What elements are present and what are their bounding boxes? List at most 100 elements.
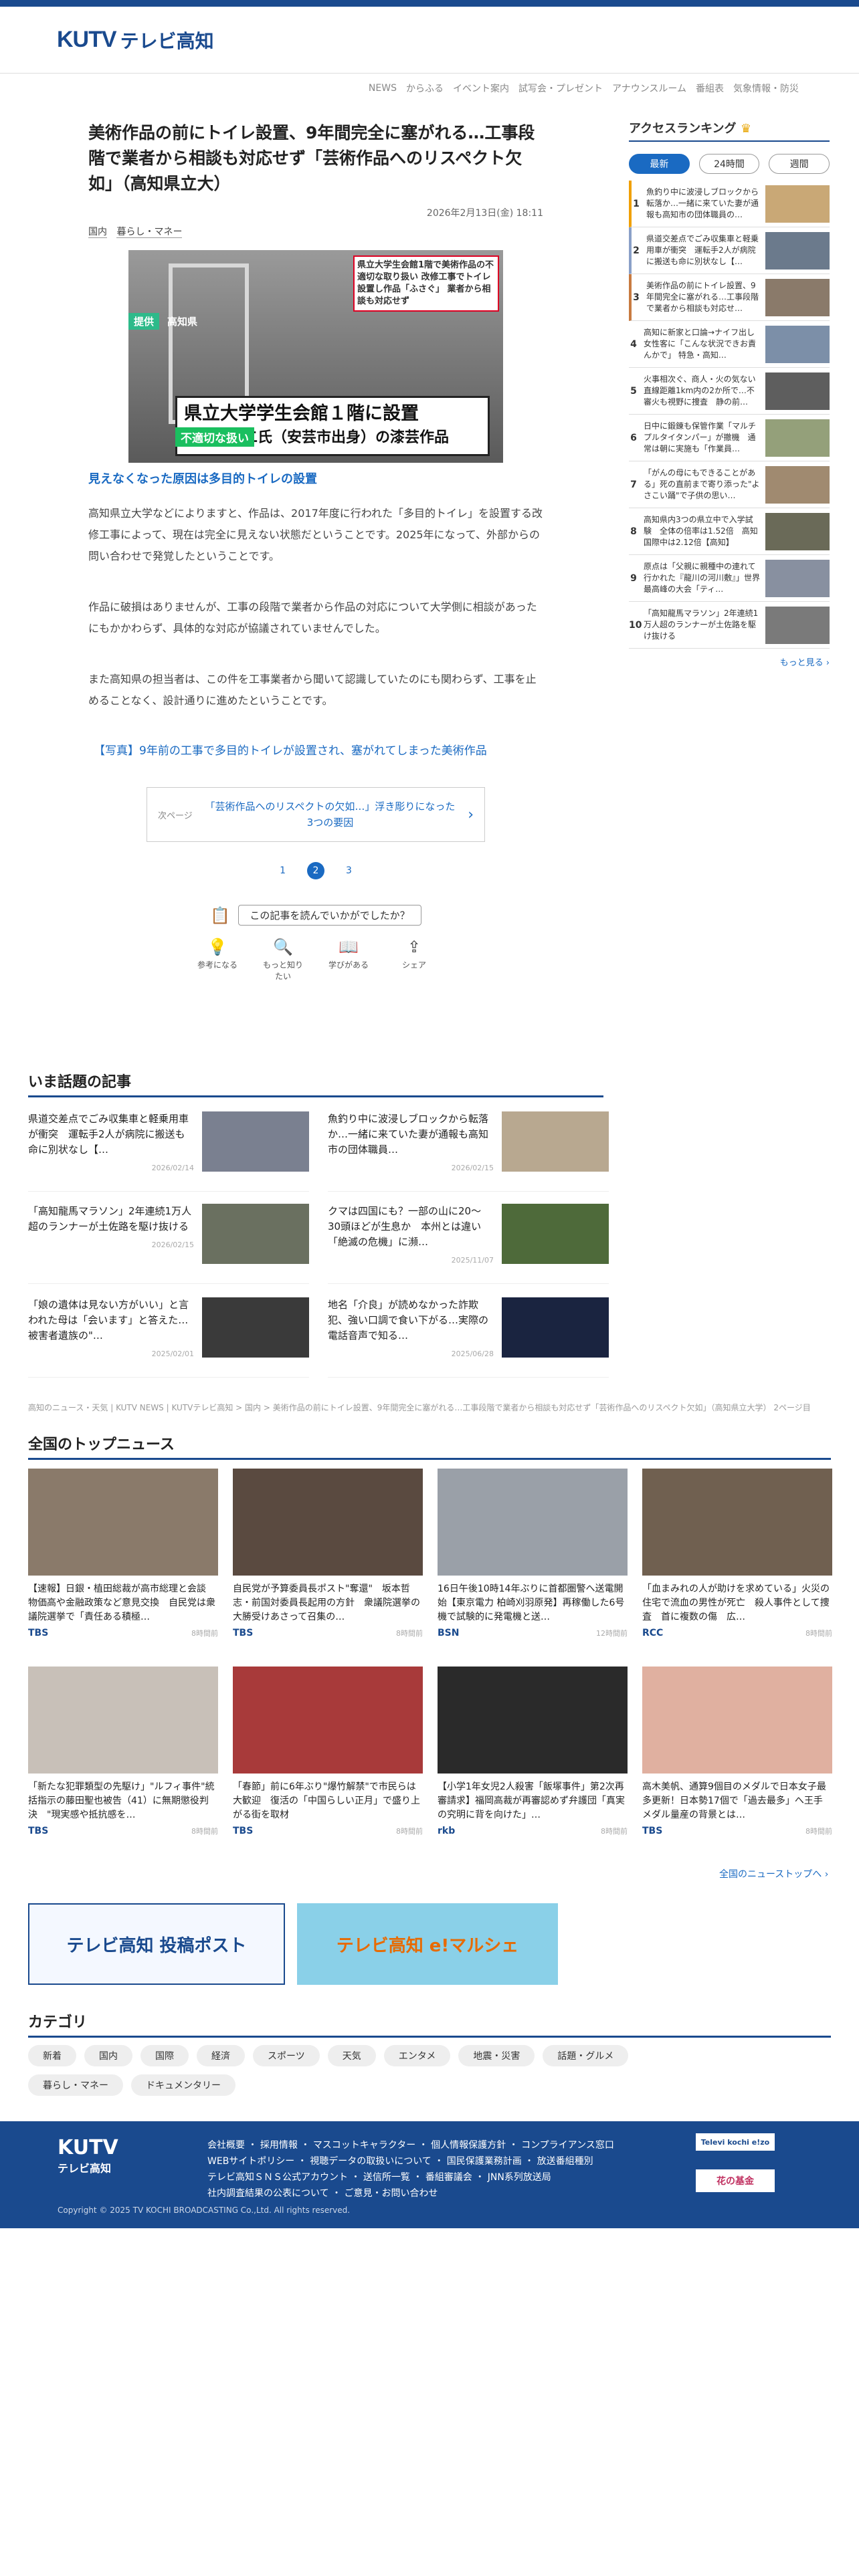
footer-link[interactable]: 送信所一覧: [363, 2172, 410, 2183]
rank-thumbnail: [765, 512, 830, 550]
footer-logo[interactable]: KUTV テレビ高知: [58, 2136, 138, 2175]
nav-news[interactable]: NEWS: [369, 83, 397, 94]
reaction-learn[interactable]: 📖 学びがある: [325, 938, 372, 982]
topic-item[interactable]: 「娘の遺体は見ない方がいい」と言われた母は「会います」と答えた…被害者遺族の"……: [28, 1297, 309, 1378]
topics-heading: いま話題の記事: [28, 1070, 603, 1097]
national-item[interactable]: 【小学1年女児2人殺害「飯塚事件」第2次再審請求】福岡高裁が再審認めず弁護団「真…: [438, 1667, 628, 1836]
ranking-more-link[interactable]: もっと見る ›: [629, 655, 830, 668]
topic-title: 県道交差点でごみ収集車と軽乗用車が衝突 運転手2人が病院に搬送も命に別状なし【…: [28, 1113, 189, 1156]
footer-link[interactable]: 国民保護業務計画: [447, 2156, 522, 2167]
footer-link[interactable]: 番組審議会: [425, 2172, 472, 2183]
footer-link[interactable]: コンプライアンス窓口: [521, 2140, 614, 2151]
topic-item[interactable]: 魚釣り中に波浸しブロックから転落か…一緒に来ていた妻が通報も高知市の団体職員… 2…: [328, 1111, 609, 1192]
category-list: 新着 国内 国際 経済 スポーツ 天気 エンタメ 地震・災害 話題・グルメ暮らし・マネー ドキュメ…: [28, 2045, 831, 2104]
category-pill[interactable]: 暮らし・マネー: [28, 2074, 123, 2096]
national-item[interactable]: 「血まみれの人が助けを求めている」火災の住宅で流血の男性が死亡 殺人事件として捜…: [642, 1469, 832, 1638]
page-current[interactable]: 2: [307, 862, 324, 879]
category-pill[interactable]: ドキュメンタリー: [131, 2074, 235, 2096]
site-logo[interactable]: KUTV テレビ高知: [57, 27, 214, 53]
category-pill[interactable]: エンタメ: [383, 2045, 451, 2066]
rank-number: 8: [630, 526, 637, 537]
nav-schedule[interactable]: 番組表: [696, 82, 724, 95]
page-link[interactable]: 1: [280, 865, 286, 876]
page-link[interactable]: 3: [346, 865, 352, 876]
national-more-link[interactable]: 全国のニューストップへ ›: [719, 1867, 828, 1881]
next-page-label: 次ページ: [158, 811, 193, 821]
tab-latest[interactable]: 最新: [629, 154, 690, 174]
topic-item[interactable]: 「高知龍馬マラソン」2年連続1万人超のランナーが土佐路を駆け抜ける 2026/02…: [28, 1204, 309, 1284]
rank-title: 火事相次ぐ、商人・火の気ない直線距離1km内の2か所で…不審火も視野に捜査 静の…: [644, 374, 756, 407]
reaction-share[interactable]: ⇪ シェア: [391, 938, 438, 982]
next-page-title: 「芸術作品へのリスペクトの欠如…」浮き彫りになった3つの要因: [205, 800, 456, 829]
post-banner[interactable]: テレビ高知 投稿ポスト: [28, 1903, 285, 1985]
topic-date: 2025/11/07: [451, 1256, 494, 1265]
crown-icon: ♛: [740, 122, 751, 136]
rank-thumbnail: [765, 372, 830, 410]
topic-item[interactable]: クマは四国にも？一部の山に20〜30頭ほどが生息か 本州とは違い「絶滅の危機」に…: [328, 1204, 609, 1284]
nav-colorful[interactable]: からふる: [406, 82, 444, 95]
next-page-box[interactable]: 次ページ 「芸術作品へのリスペクトの欠如…」浮き彫りになった3つの要因 ›: [147, 787, 485, 842]
topic-item[interactable]: 県道交差点でごみ収集車と軽乗用車が衝突 運転手2人が病院に搬送も命に別状なし【……: [28, 1111, 309, 1192]
partner-logo-ezo[interactable]: Televi kochi e!zo: [696, 2133, 775, 2151]
breadcrumb[interactable]: 高知のニュース・天気 | KUTV NEWS | KUTVテレビ高知 > 国内 …: [28, 1402, 831, 1413]
feedback-icon: 📋: [210, 905, 231, 925]
photo-link[interactable]: 【写真】9年前の工事で多目的トイレが設置され、塞がれてしまった美術作品: [88, 741, 543, 758]
category-link[interactable]: 国内: [88, 227, 107, 238]
category-pill[interactable]: スポーツ: [253, 2045, 320, 2066]
footer-link[interactable]: ご意見・お問い合わせ: [345, 2188, 438, 2199]
ranking-item[interactable]: 5 火事相次ぐ、商人・火の気ない直線距離1km内の2か所で…不審火も視野に捜査 静…: [629, 368, 830, 415]
category-pill[interactable]: 経済: [197, 2045, 245, 2066]
footer-links: 会社概要 ・ 採用情報 ・ マスコットキャラクター ・ 個人情報保護方針 ・ コ…: [207, 2140, 614, 2199]
partner-logo-flower[interactable]: 花の基金: [696, 2169, 775, 2192]
ranking-item[interactable]: 9 原点は「父親に親種中の連れて行かれた『龍川の河川敷』」世界最高峰の大会「ティ…: [629, 555, 830, 602]
footer-link[interactable]: テレビ高知ＳＮＳ公式アカウント: [207, 2172, 348, 2183]
ranking-item[interactable]: 1 魚釣り中に波浸しブロックから転落か…一緒に来ていた妻が通報も高知市の団体職員の…: [629, 181, 830, 227]
category-pill[interactable]: 新着: [28, 2045, 76, 2066]
footer-link[interactable]: 会社概要: [207, 2140, 245, 2151]
footer-link[interactable]: 採用情報: [260, 2140, 298, 2151]
footer-link[interactable]: WEBサイトポリシー: [207, 2156, 294, 2167]
topic-item[interactable]: 地名「介良」が読めなかった詐欺犯、強い口調で食い下がる…実際の電話音声で知る… 2…: [328, 1297, 609, 1378]
category-pill[interactable]: 国際: [140, 2045, 189, 2066]
ranking-tabs: 最新 24時間 週間: [629, 154, 830, 174]
national-item[interactable]: 高木美帆、通算9個目のメダルで日本女子最多更新！日本勢17個で「過去最多」へ王手…: [642, 1667, 832, 1836]
footer-link[interactable]: 放送番組種別: [537, 2156, 593, 2167]
pagination: 1 2 3: [88, 862, 543, 879]
ranking-item[interactable]: 10 「高知龍馬マラソン」2年連続1万人超のランナーが土佐路を駆け抜ける: [629, 602, 830, 649]
national-item[interactable]: 「新たな犯罪類型の先駆け」"ルフィ事件"統括指示の藤田聖也被告（41）に無期懲役…: [28, 1667, 218, 1836]
category-pill[interactable]: 地震・災害: [458, 2045, 535, 2066]
ranking-item[interactable]: 2 県道交差点でごみ収集車と軽乗用車が衝突 運転手2人が病院に搬送も命に別状なし【…: [629, 227, 830, 274]
footer-link[interactable]: マスコットキャラクター: [313, 2140, 415, 2151]
national-item[interactable]: 【速報】日銀・植田総裁が高市総理と会談 物価高や金融政策など意見交換 自民党は衆…: [28, 1469, 218, 1638]
ranking-item[interactable]: 8 高知県内3つの県立中で入学試験 全体の倍率は1.52倍 高知国際中は2.12倍…: [629, 508, 830, 555]
ranking-item[interactable]: 7 「がんの母にもできることがある」死の直前まで寄り添った"よさこい踊"で子供の思…: [629, 461, 830, 508]
category-pill[interactable]: 天気: [327, 2045, 376, 2066]
tab-weekly[interactable]: 週間: [769, 154, 830, 174]
topic-date: 2026/02/15: [451, 1164, 494, 1172]
footer-link[interactable]: 個人情報保護方針: [431, 2140, 506, 2151]
national-heading: 全国のトップニュース: [28, 1432, 831, 1460]
ranking-item[interactable]: 6 日中に鍛錬も保管作業「マルチプルタイタンパー」が撤機 通常は朝に実施も「作業員…: [629, 415, 830, 461]
national-item[interactable]: 16日午後10時14年ぶりに首都圏警へ送電開始【東京電力 柏崎刈羽原発】再稼働し…: [438, 1469, 628, 1638]
nav-weather[interactable]: 気象情報・防災: [733, 82, 799, 95]
reaction-more[interactable]: 🔍 もっと知りたい: [260, 938, 306, 982]
nav-events[interactable]: イベント案内: [453, 82, 509, 95]
tab-24h[interactable]: 24時間: [698, 154, 760, 174]
marche-banner[interactable]: テレビ高知 e!マルシェ: [297, 1903, 558, 1985]
footer-link[interactable]: JNN系列放送局: [488, 2172, 551, 2183]
footer-link[interactable]: 社内調査結果の公表について: [207, 2188, 329, 2199]
category-pill[interactable]: 国内: [84, 2045, 132, 2066]
article-main: 美術作品の前にトイレ設置、9年間完全に塞がれる…工事段階で業者から相談も対応せず…: [88, 120, 543, 982]
ranking-item[interactable]: 3 美術作品の前にトイレ設置、9年間完全に塞がれる…工事段階で業者から相談も対応せ…: [629, 274, 830, 321]
category-pill[interactable]: 話題・グルメ: [543, 2045, 629, 2066]
footer-link[interactable]: 視聴データの取扱いについて: [310, 2156, 432, 2167]
national-item[interactable]: 「春節」前に6年ぶり"爆竹解禁"で市民らは大歓迎 復活の「中国らしい正月」で盛り…: [233, 1667, 423, 1836]
nav-presents[interactable]: 試写会・プレゼント: [518, 82, 603, 95]
nav-announcers[interactable]: アナウンスルーム: [612, 82, 686, 95]
national-thumbnail: [28, 1469, 218, 1576]
category-link[interactable]: 暮らし・マネー: [116, 227, 183, 238]
national-thumbnail: [642, 1667, 832, 1774]
national-item[interactable]: 自民党が予算委員長ポスト"奪還" 坂本哲志・前国対委員長起用の方針 衆議院選挙の…: [233, 1469, 423, 1638]
reaction-helpful[interactable]: 💡 参考になる: [194, 938, 241, 982]
ranking-item[interactable]: 4 高知に新家と口論→ナイフ出し女性客に「こんな状況できお責んかで」 特急・高知…: [629, 321, 830, 368]
